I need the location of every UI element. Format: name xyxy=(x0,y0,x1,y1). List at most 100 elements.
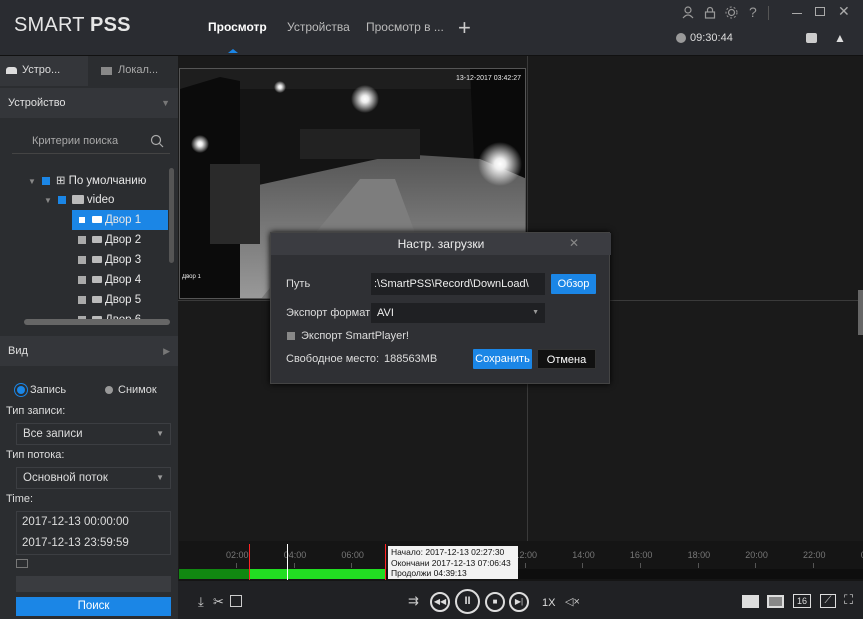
radio-record-label: Запись xyxy=(30,384,67,396)
search-button[interactable]: Поиск xyxy=(16,597,171,616)
radio-snapshot-label: Снимок xyxy=(118,384,157,396)
download-settings-dialog: Настр. загрузки ✕ Путь :\SmartPSS\Record… xyxy=(270,232,611,384)
sidebar-tab-devices[interactable]: Устро... xyxy=(22,64,60,76)
tree-group-video[interactable]: ▼ video xyxy=(44,190,114,210)
add-tab-button[interactable]: + xyxy=(458,15,471,41)
progress-track xyxy=(16,576,171,592)
device-section-header[interactable]: Устройство ▼ xyxy=(0,88,178,118)
timeline-tick-label: 18:00 xyxy=(687,550,711,560)
maximize-icon[interactable] xyxy=(815,7,825,16)
stream-type-label: Тип потока: xyxy=(6,449,65,461)
app-logo: SMART PSS xyxy=(14,14,131,36)
device-icon xyxy=(6,67,17,74)
timeline-tick-mark xyxy=(524,563,526,568)
minimize-icon[interactable] xyxy=(792,13,802,14)
street-lamp-image xyxy=(274,81,286,93)
custom-layout-icon[interactable]: ⟋ xyxy=(820,594,836,608)
volume-icon[interactable]: ◁× xyxy=(565,595,580,608)
calendar-icon[interactable] xyxy=(16,559,28,568)
timeline-tick-mark xyxy=(293,563,295,568)
rewind-button[interactable]: ◀◀ xyxy=(430,592,450,612)
search-icon[interactable] xyxy=(150,134,164,151)
timeline-tick-mark xyxy=(639,563,641,568)
video-channel-label: Двор 1 xyxy=(182,274,201,280)
playhead[interactable] xyxy=(287,544,288,580)
path-input[interactable]: :\SmartPSS\Record\DownLoad\ xyxy=(371,273,545,295)
tree-item-channel-1[interactable]: Двор 1 xyxy=(78,210,141,230)
time-end[interactable]: 2017-12-13 23:59:59 xyxy=(22,537,129,549)
tree-scrollbar-vertical[interactable] xyxy=(169,168,174,263)
view-section-header[interactable]: Вид ▶ xyxy=(0,336,178,366)
timeline-tick-label: 06:00 xyxy=(341,550,364,560)
download-icon[interactable]: ⤓ xyxy=(198,594,204,610)
video-timestamp: 13-12-2017 03:42:27 xyxy=(456,75,521,82)
help-icon[interactable]: ? xyxy=(749,4,757,20)
timeline-tick-label: 02:00 xyxy=(226,550,249,560)
clock-icon xyxy=(676,33,686,43)
user-icon[interactable] xyxy=(682,6,694,22)
sidebar-tab-local[interactable]: Локал... xyxy=(118,64,158,76)
clock-time: 09:30:44 xyxy=(690,32,733,44)
tab-indicator xyxy=(228,44,238,53)
scissors-icon[interactable]: ✂ xyxy=(213,594,224,610)
cancel-button[interactable]: Отмена xyxy=(537,349,596,369)
cpu-icon[interactable] xyxy=(806,33,817,43)
tooltip-start: Начало: 2017-12-13 02:27:30 xyxy=(391,547,505,557)
radio-snapshot[interactable] xyxy=(105,386,113,394)
record-segment-selected[interactable] xyxy=(249,569,385,579)
timeline-tick-mark xyxy=(755,563,757,568)
tree-item-channel-4[interactable]: Двор 4 xyxy=(78,270,141,290)
tree-item-channel-2[interactable]: Двор 2 xyxy=(78,230,141,250)
time-start[interactable]: 2017-12-13 00:00:00 xyxy=(22,516,129,528)
snapshot-search-icon[interactable] xyxy=(230,595,242,607)
search-input[interactable]: Критерии поиска xyxy=(12,128,170,154)
free-space-value: 188563MB xyxy=(384,353,438,365)
smartplayer-checkbox[interactable] xyxy=(287,332,295,340)
divider xyxy=(768,6,769,20)
smartplayer-label: Экспорт SmartPlayer! xyxy=(301,330,409,342)
timeline-tick-mark xyxy=(813,563,814,568)
tab-playback[interactable]: Просмотр в ... xyxy=(366,20,444,34)
time-label: Time: xyxy=(6,493,34,505)
stop-button[interactable]: ■ xyxy=(485,592,505,612)
monitor-icon xyxy=(101,67,112,75)
next-frame-button[interactable]: ▶| xyxy=(509,592,529,612)
stream-type-select[interactable]: Основной поток ▼ xyxy=(16,467,171,489)
record-type-select[interactable]: Все записи ▼ xyxy=(16,423,171,445)
timeline-tick-mark xyxy=(697,563,699,568)
lock-icon[interactable] xyxy=(704,6,716,22)
layout-4-icon[interactable] xyxy=(742,595,759,608)
record-type-label: Тип записи: xyxy=(6,405,66,417)
tree-item-channel-5[interactable]: Двор 5 xyxy=(78,290,141,310)
tab-devices[interactable]: Устройства xyxy=(287,20,350,34)
right-panel-handle[interactable] xyxy=(858,290,863,335)
layout-9-icon[interactable] xyxy=(767,595,784,608)
format-select[interactable]: AVI ▼ xyxy=(371,303,545,323)
layout-16-icon[interactable]: 16 xyxy=(793,594,811,608)
timeline-tick-label: 14:00 xyxy=(572,550,595,560)
tab-preview[interactable]: Просмотр xyxy=(208,20,267,34)
timeline-tick-label: 16:00 xyxy=(629,550,653,560)
fullscreen-icon[interactable]: ⛶ xyxy=(844,592,853,608)
timeline-tick-label: 22:00 xyxy=(803,550,826,560)
format-label: Экспорт формат xyxy=(286,307,371,319)
tree-root[interactable]: ▼ ⊞ По умолчанию xyxy=(28,171,146,191)
clip-start-marker[interactable] xyxy=(249,544,250,580)
save-button[interactable]: Сохранить xyxy=(473,349,532,369)
radio-record[interactable] xyxy=(17,386,25,394)
speed-label[interactable]: 1X xyxy=(542,597,555,609)
close-icon[interactable]: ✕ xyxy=(838,3,850,20)
sync-icon[interactable]: ⇉ xyxy=(408,593,419,609)
tree-scrollbar-horizontal[interactable] xyxy=(24,319,170,325)
bell-icon[interactable]: ▲ xyxy=(834,31,846,45)
clip-end-marker[interactable] xyxy=(385,544,386,580)
timeline-tick-mark xyxy=(351,563,353,568)
pause-button[interactable]: II xyxy=(455,589,480,614)
dialog-title: Настр. загрузки xyxy=(271,233,611,255)
close-icon[interactable]: ✕ xyxy=(569,236,579,250)
timeline-tick-mark xyxy=(236,563,237,568)
browse-button[interactable]: Обзор xyxy=(551,274,596,294)
tree-item-channel-3[interactable]: Двор 3 xyxy=(78,250,141,270)
free-space-label: Свободное место: xyxy=(286,353,380,365)
settings-gear-icon[interactable] xyxy=(725,6,738,22)
